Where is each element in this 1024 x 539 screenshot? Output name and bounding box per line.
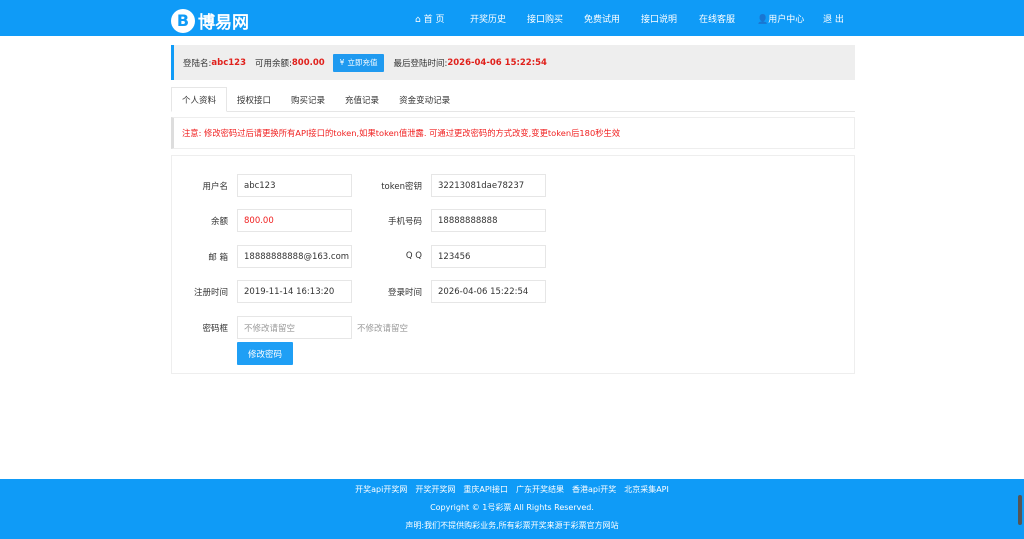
- password-hint: 不修改请留空: [357, 324, 409, 334]
- nav-support[interactable]: 在线客服: [699, 12, 735, 25]
- footer-link[interactable]: 广东开奖结果: [516, 485, 564, 494]
- email-label: 邮 箱: [208, 253, 228, 263]
- footer-link[interactable]: 开奖api开奖网: [355, 485, 407, 494]
- token-field[interactable]: 32213081dae78237: [431, 174, 546, 197]
- footer: 开奖api开奖网 开奖开奖网 重庆API接口 广东开奖结果 香港api开奖 北京采集API…: [0, 479, 1024, 539]
- tab-bar: 个人资料 授权接口 购买记录 充值记录 资金变动记录: [171, 87, 855, 112]
- footer-link[interactable]: 香港api开奖: [572, 485, 616, 494]
- last-login-label: 最后登陆时间:: [393, 58, 448, 69]
- qq-field[interactable]: 123456: [431, 245, 546, 268]
- disclaimer: 声明:我们不提供购彩业务,所有彩票开奖来源于彩票官方网站: [405, 521, 619, 530]
- balance-value: 800.00: [291, 57, 325, 68]
- balance-field-label: 余额: [210, 217, 228, 227]
- phone-label: 手机号码: [387, 217, 422, 227]
- phone-field[interactable]: 18888888888: [431, 209, 546, 232]
- password-label: 密码框: [202, 324, 228, 334]
- main-nav: ⌂ 首 页 开奖历史 接口购买 免费试用 接口说明 在线客服 👤用户中心 退 出: [0, 0, 1024, 36]
- password-field[interactable]: 不修改请留空: [237, 316, 352, 339]
- token-label: token密钥: [381, 182, 422, 192]
- user-icon: 👤: [757, 14, 769, 25]
- nav-home[interactable]: ⌂ 首 页: [415, 12, 444, 25]
- recharge-label: 立即充值: [347, 58, 378, 67]
- nav-trial[interactable]: 免费试用: [584, 12, 620, 25]
- login-label: 登陆名:: [183, 58, 212, 69]
- reg-time-field[interactable]: 2019-11-14 16:13:20: [237, 280, 352, 303]
- footer-link[interactable]: 重庆API接口: [463, 485, 508, 494]
- balance-label: 可用余额:: [254, 58, 292, 69]
- nav-history[interactable]: 开奖历史: [470, 12, 506, 25]
- yen-icon: ¥: [339, 58, 345, 67]
- change-password-button[interactable]: 修改密码: [237, 342, 293, 365]
- nav-logout[interactable]: 退 出: [823, 12, 844, 25]
- recharge-button[interactable]: ¥ 立即充值: [332, 53, 385, 72]
- footer-link[interactable]: 开奖开奖网: [415, 485, 455, 494]
- nav-docs[interactable]: 接口说明: [641, 12, 677, 25]
- login-time-label: 登录时间: [387, 288, 422, 298]
- footer-links: 开奖api开奖网 开奖开奖网 重庆API接口 广东开奖结果 香港api开奖 北京采集API: [0, 484, 1024, 495]
- username-field[interactable]: abc123: [237, 174, 352, 197]
- balance-field[interactable]: 800.00: [237, 209, 352, 232]
- notice: 注意: 修改密码过后请更换所有API接口的token,如果token值泄露. 可…: [171, 117, 855, 149]
- tab-fund-changes[interactable]: 资金变动记录: [389, 87, 460, 112]
- tab-recharge-records[interactable]: 充值记录: [335, 87, 389, 112]
- login-time-field[interactable]: 2026-04-06 15:22:54: [431, 280, 546, 303]
- copyright: Copyright © 1号彩票 All Rights Reserved.: [430, 503, 594, 512]
- tab-profile[interactable]: 个人资料: [171, 87, 228, 112]
- login-value: abc123: [211, 57, 246, 68]
- tab-purchase-records[interactable]: 购买记录: [281, 87, 335, 112]
- last-login-value: 2026-04-06 15:22:54: [447, 57, 547, 68]
- home-icon: ⌂: [415, 14, 424, 25]
- qq-label: Q Q: [405, 251, 422, 261]
- scrollbar[interactable]: [1018, 495, 1022, 525]
- email-field[interactable]: 18888888888@163.com: [237, 245, 352, 268]
- tab-authorized-api[interactable]: 授权接口: [227, 87, 281, 112]
- nav-buy[interactable]: 接口购买: [527, 12, 563, 25]
- nav-user-center-label: 用户中心: [768, 14, 805, 25]
- username-label: 用户名: [202, 182, 228, 192]
- footer-link[interactable]: 北京采集API: [624, 485, 669, 494]
- nav-home-label: 首 页: [423, 14, 445, 25]
- nav-user-center[interactable]: 👤用户中心: [757, 12, 804, 25]
- header: B 博易网 ⌂ 首 页 开奖历史 接口购买 免费试用 接口说明 在线客服 👤用户中…: [0, 0, 1024, 36]
- account-info-bar: 登陆名: abc123 可用余额: 800.00 ¥ 立即充值 最后登陆时间: 2026…: [171, 45, 855, 80]
- reg-time-label: 注册时间: [193, 288, 228, 298]
